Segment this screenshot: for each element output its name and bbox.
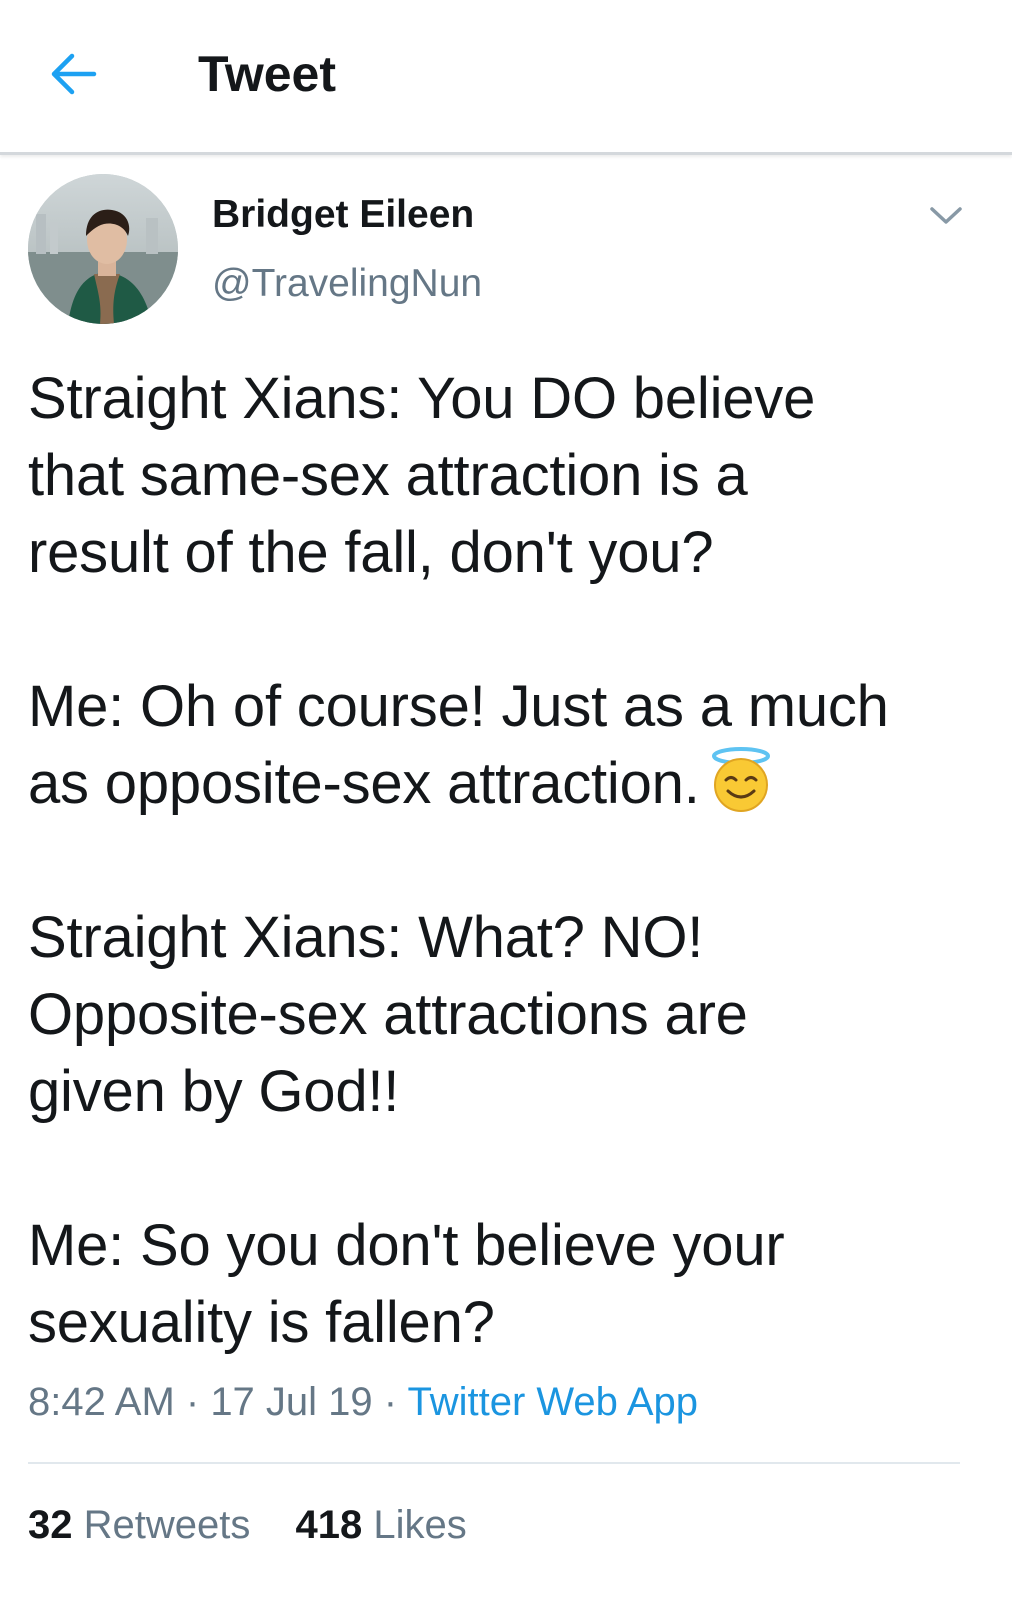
top-bar: Tweet — [0, 0, 1012, 155]
tweet-line: Straight Xians: You DO believe — [28, 366, 816, 431]
author-handle[interactable]: @TravelingNun — [212, 261, 482, 307]
page-title: Tweet — [198, 46, 336, 102]
tweet-metadata: 8:42 AM · 17 Jul 19 · Twitter Web App — [28, 1378, 698, 1426]
tweet-paragraph: Straight Xians: What? NO! Opposite-sex a… — [28, 899, 988, 1130]
chevron-down-icon — [930, 207, 962, 224]
likes-count: 418 — [295, 1503, 363, 1547]
tweet-date: 17 Jul 19 — [210, 1380, 373, 1424]
tweet-line: Me: Oh of course! Just as a much — [28, 674, 889, 739]
back-button[interactable] — [46, 46, 102, 102]
tweet-options-button[interactable] — [926, 196, 966, 236]
tweet-line: sexuality is fallen? — [28, 1290, 495, 1355]
tweet-text: Straight Xians: You DO believe that same… — [28, 360, 988, 1361]
meta-separator: · — [372, 1380, 408, 1424]
likes-stat[interactable]: 418 Likes — [296, 1501, 467, 1549]
likes-label: Likes — [373, 1503, 467, 1547]
meta-separator: · — [174, 1380, 211, 1424]
retweets-label: Retweets — [83, 1503, 251, 1547]
smiling-face-with-halo-icon — [708, 747, 774, 813]
tweet-line: as opposite-sex attraction. — [28, 745, 988, 822]
retweets-count: 32 — [28, 1503, 73, 1547]
retweets-stat[interactable]: 32 Retweets — [28, 1501, 250, 1549]
tweet-paragraph: Me: So you don't believe your sexuality … — [28, 1207, 988, 1361]
back-arrow-icon — [51, 53, 97, 95]
tweet-line: given by God!! — [28, 1059, 400, 1124]
tweet-line: Opposite-sex attractions are — [28, 982, 748, 1047]
tweet-source-link[interactable]: Twitter Web App — [407, 1380, 698, 1424]
tweet-line: Me: So you don't believe your — [28, 1213, 785, 1278]
tweet-line: Straight Xians: What? NO! — [28, 905, 704, 970]
tweet-stats: 32 Retweets 418 Likes — [28, 1501, 467, 1549]
tweet-line-text: as opposite-sex attraction. — [28, 751, 700, 816]
divider — [28, 1462, 960, 1464]
tweet-paragraph: Me: Oh of course! Just as a much as oppo… — [28, 668, 988, 822]
tweet-paragraph: Straight Xians: You DO believe that same… — [28, 360, 988, 591]
avatar-photo — [28, 174, 178, 324]
tweet-line: result of the fall, don't you? — [28, 520, 714, 585]
tweet-line: that same-sex attraction is a — [28, 443, 748, 508]
author-display-name[interactable]: Bridget Eileen — [212, 192, 474, 238]
avatar[interactable] — [28, 174, 178, 324]
tweet-time: 8:42 AM — [28, 1380, 175, 1424]
